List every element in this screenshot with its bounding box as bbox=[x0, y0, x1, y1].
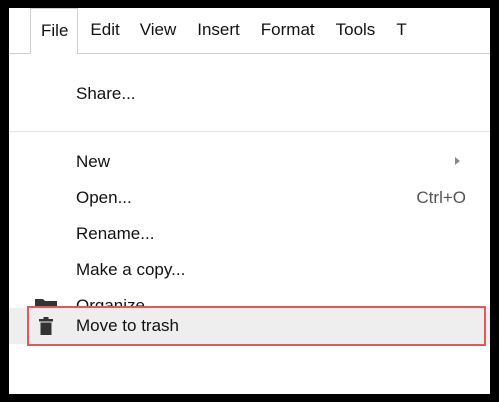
menu-item-open[interactable]: Open... Ctrl+O bbox=[9, 180, 490, 216]
menu-item-label: Make a copy... bbox=[76, 260, 186, 279]
menu-item-label: Move to trash bbox=[76, 316, 179, 335]
menu-item-label: Open... bbox=[76, 188, 132, 207]
menu-tools[interactable]: Tools bbox=[336, 8, 376, 54]
app-frame: File Edit View Insert Format Tools T Sha… bbox=[9, 8, 490, 394]
menu-item-rename[interactable]: Rename... bbox=[9, 216, 490, 252]
menu-item-new[interactable]: New bbox=[9, 144, 490, 180]
menu-item-make-copy[interactable]: Make a copy... bbox=[9, 252, 490, 288]
menu-item-label: New bbox=[76, 152, 111, 171]
menu-edit[interactable]: Edit bbox=[90, 8, 119, 54]
menu-item-share[interactable]: Share... bbox=[9, 76, 490, 112]
trash-icon bbox=[39, 317, 53, 340]
shortcut-label: Ctrl+O bbox=[416, 188, 466, 207]
menu-separator bbox=[9, 131, 490, 132]
menu-format[interactable]: Format bbox=[261, 8, 315, 54]
menu-view[interactable]: View bbox=[140, 8, 177, 54]
chevron-right-icon bbox=[455, 157, 460, 165]
menu-insert[interactable]: Insert bbox=[197, 8, 240, 54]
menu-table[interactable]: T bbox=[396, 8, 406, 54]
menubar: File Edit View Insert Format Tools T bbox=[9, 8, 490, 54]
menu-item-label: Rename... bbox=[76, 224, 155, 243]
file-menu-dropdown: Share... New Open... Ctrl+O Rename... Ma… bbox=[9, 53, 490, 394]
menu-file[interactable]: File bbox=[30, 8, 79, 54]
menu-item-move-to-trash[interactable]: Move to trash bbox=[9, 308, 490, 344]
menu-item-label: Share... bbox=[76, 84, 136, 103]
